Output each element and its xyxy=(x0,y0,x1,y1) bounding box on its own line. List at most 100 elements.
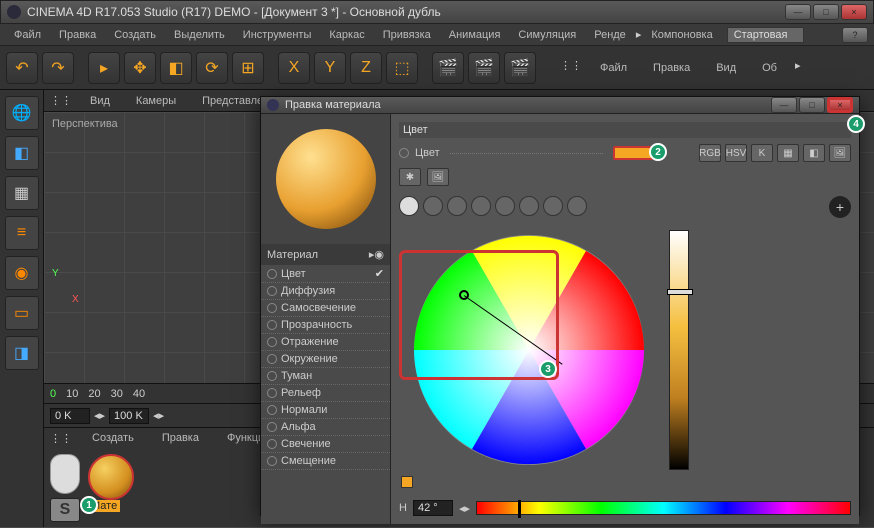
channel-glow[interactable]: Свечение xyxy=(261,436,390,453)
checker-icon[interactable]: ▦ xyxy=(5,176,39,210)
channel-normal[interactable]: Нормали xyxy=(261,402,390,419)
render-settings-button[interactable]: 🎬 xyxy=(504,52,536,84)
menu-select[interactable]: Выделить xyxy=(166,26,233,44)
panel-menu-view[interactable]: Вид xyxy=(708,59,744,77)
wheel-mode-2[interactable] xyxy=(423,196,443,216)
arrow-icon[interactable]: ▸◉ xyxy=(369,248,384,261)
channel-displacement[interactable]: Смещение xyxy=(261,453,390,470)
maximize-button[interactable]: □ xyxy=(813,4,839,20)
layout-dropdown[interactable]: Стартовая xyxy=(727,27,805,43)
menu-create[interactable]: Создать xyxy=(106,26,164,44)
wheel-mode-1[interactable] xyxy=(399,196,419,216)
color-wheel[interactable]: 3 xyxy=(399,230,659,470)
last-tool[interactable]: ⊞ xyxy=(232,52,264,84)
stepper-icon[interactable]: ◂▸ xyxy=(153,409,164,422)
frame-start-field[interactable]: 0 K xyxy=(50,408,90,424)
picker-icon[interactable]: ◧ xyxy=(803,144,825,162)
undo-button[interactable]: ↶ xyxy=(6,52,38,84)
mat-tab-create[interactable]: Создать xyxy=(84,429,142,447)
grip-icon[interactable]: ⋮⋮ xyxy=(50,94,72,107)
globe-icon[interactable]: 🌐 xyxy=(5,96,39,130)
axis-z-toggle[interactable]: Z xyxy=(350,52,382,84)
coord-system-button[interactable]: ⬚ xyxy=(386,52,418,84)
menu-overflow-icon[interactable]: ▸ xyxy=(636,28,642,41)
hue-value-field[interactable]: 42 ° xyxy=(413,500,453,516)
mode-hsv-button[interactable]: HSV xyxy=(725,144,747,162)
channel-diffusion[interactable]: Диффузия xyxy=(261,283,390,300)
edge-icon[interactable]: ▭ xyxy=(5,296,39,330)
stepper-icon[interactable]: ◂▸ xyxy=(94,409,105,422)
channel-reflection[interactable]: Отражение xyxy=(261,334,390,351)
panel-menu-file[interactable]: Файл xyxy=(592,59,635,77)
channel-luminance[interactable]: Самосвечение xyxy=(261,300,390,317)
axis-y-toggle[interactable]: Y xyxy=(314,52,346,84)
close-button[interactable]: × xyxy=(841,4,867,20)
menu-render[interactable]: Ренде xyxy=(586,26,634,44)
mode-rgb-button[interactable]: RGB xyxy=(699,144,721,162)
mode-k-button[interactable]: K xyxy=(751,144,773,162)
menu-animation[interactable]: Анимация xyxy=(441,26,509,44)
grip-icon[interactable]: ⋮⋮ xyxy=(560,59,582,77)
help-icon[interactable]: ? xyxy=(842,27,868,43)
channel-alpha[interactable]: Альфа xyxy=(261,419,390,436)
menu-file[interactable]: Файл xyxy=(6,26,49,44)
menu-mesh[interactable]: Каркас xyxy=(321,26,372,44)
render-button[interactable]: 🎬 xyxy=(432,52,464,84)
dialog-minimize-button[interactable]: — xyxy=(771,97,797,113)
material-preview[interactable] xyxy=(261,114,390,244)
dialog-titlebar[interactable]: Правка материала — □ × 4 xyxy=(261,97,859,114)
minimize-button[interactable]: — xyxy=(785,4,811,20)
dialog-close-button[interactable]: × xyxy=(827,97,853,113)
material-thumbnail[interactable]: Мате xyxy=(88,454,134,500)
wheel-mode-4[interactable] xyxy=(471,196,491,216)
vp-tab-view[interactable]: Вид xyxy=(82,92,118,110)
menu-edit[interactable]: Правка xyxy=(51,26,104,44)
mat-tab-edit[interactable]: Правка xyxy=(154,429,207,447)
panel-overflow-icon[interactable]: ▸ xyxy=(795,59,801,77)
color-swatch[interactable] xyxy=(613,146,653,160)
hue-slider[interactable] xyxy=(476,501,851,515)
rotate-tool[interactable]: ⟳ xyxy=(196,52,228,84)
menu-snap[interactable]: Привязка xyxy=(375,26,439,44)
menu-tools[interactable]: Инструменты xyxy=(235,26,320,44)
picture-icon[interactable]: 🖼 xyxy=(427,168,449,186)
channel-environment[interactable]: Окружение xyxy=(261,351,390,368)
frame-end-field[interactable]: 100 K xyxy=(109,408,149,424)
radio-icon[interactable] xyxy=(399,148,409,158)
spectrum-icon[interactable]: ✱ xyxy=(399,168,421,186)
value-slider-handle[interactable] xyxy=(667,289,693,295)
value-slider[interactable] xyxy=(669,230,689,470)
wheel-mode-5[interactable] xyxy=(495,196,515,216)
wheel-mode-3[interactable] xyxy=(447,196,467,216)
render-region-button[interactable]: 🎬 xyxy=(468,52,500,84)
swatches-icon[interactable]: ▦ xyxy=(777,144,799,162)
point-icon[interactable]: ◉ xyxy=(5,256,39,290)
redo-button[interactable]: ↷ xyxy=(42,52,74,84)
menu-compositing[interactable]: Компоновка xyxy=(643,26,720,44)
cube-icon[interactable]: ◧ xyxy=(5,136,39,170)
select-tool[interactable]: ▸ xyxy=(88,52,120,84)
scale-tool[interactable]: ◧ xyxy=(160,52,192,84)
move-tool[interactable]: ✥ xyxy=(124,52,156,84)
poly-icon[interactable]: ◨ xyxy=(5,336,39,370)
stepper-icon[interactable]: ◂▸ xyxy=(459,502,470,515)
menu-simulation[interactable]: Симуляция xyxy=(510,26,584,44)
channel-bump[interactable]: Рельеф xyxy=(261,385,390,402)
wheel-mode-6[interactable] xyxy=(519,196,539,216)
swatch-small-2[interactable] xyxy=(401,476,413,488)
channel-fog[interactable]: Туман xyxy=(261,368,390,385)
panel-menu-edit[interactable]: Правка xyxy=(645,59,698,77)
dialog-maximize-button[interactable]: □ xyxy=(799,97,825,113)
channel-transparency[interactable]: Прозрачность xyxy=(261,317,390,334)
vp-tab-cameras[interactable]: Камеры xyxy=(128,92,184,110)
grip-icon[interactable]: ⋮⋮ xyxy=(50,432,72,445)
wheel-mode-7[interactable] xyxy=(543,196,563,216)
axis-x-toggle[interactable]: X xyxy=(278,52,310,84)
add-button[interactable]: + xyxy=(829,196,851,218)
panel-menu-obj[interactable]: Об xyxy=(754,59,785,77)
wire-icon[interactable]: ≡ xyxy=(5,216,39,250)
wheel-mode-8[interactable] xyxy=(567,196,587,216)
mouse-icon[interactable] xyxy=(50,454,80,494)
hue-slider-handle[interactable] xyxy=(518,500,521,518)
image-icon[interactable]: 🖼 xyxy=(829,144,851,162)
